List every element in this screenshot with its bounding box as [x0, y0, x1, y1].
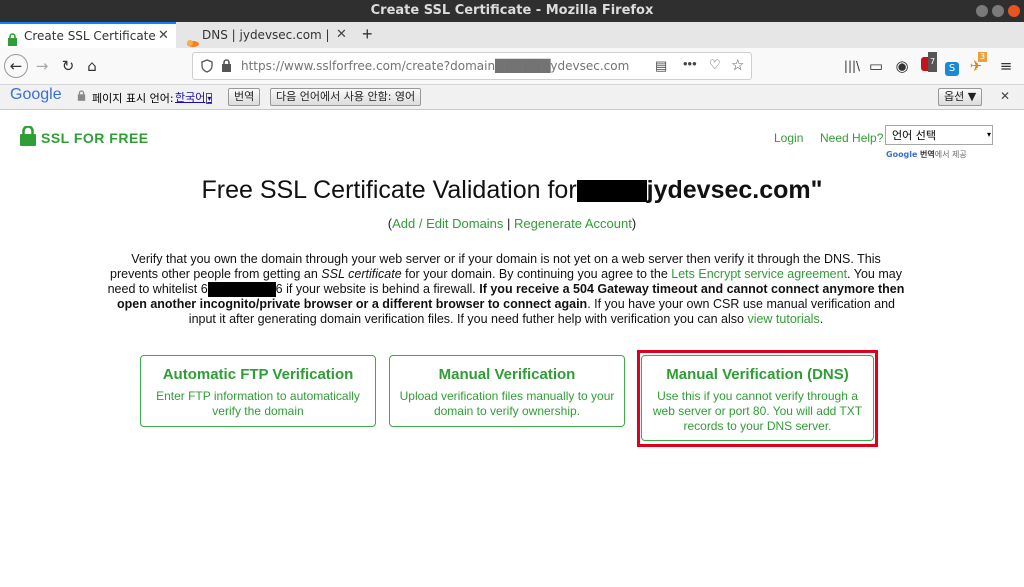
pocket-icon[interactable]: ♡: [709, 57, 721, 73]
skype-icon[interactable]: S: [942, 56, 962, 76]
separator: |: [503, 216, 515, 231]
language-select[interactable]: 언어 선택 ▾: [885, 125, 993, 145]
card-manual-verification[interactable]: Manual Verification Upload verification …: [389, 355, 625, 427]
language-select-value: 언어 선택: [892, 129, 936, 142]
site-logo[interactable]: SSL FOR FREE: [41, 130, 149, 146]
close-tab-icon[interactable]: ✕: [158, 24, 169, 48]
card-description: Enter FTP information to automatically v…: [156, 389, 360, 418]
google-logo: Google: [10, 86, 62, 103]
window-titlebar: Create SSL Certificate - Mozilla Firefox: [0, 0, 1024, 22]
url-bar[interactable]: https://www.sslforfree.com/create?domain…: [192, 52, 752, 80]
tab-label: DNS | jydevsec.com | Acc: [202, 28, 330, 42]
language-dropdown[interactable]: 한국어 ▾: [175, 89, 213, 105]
lock-icon: [221, 59, 232, 77]
select-arrow-icon: ▾: [986, 130, 991, 139]
menu-icon[interactable]: ≡: [996, 56, 1016, 76]
powered-by-google[interactable]: Google 번역에서 제공: [886, 149, 967, 160]
new-tab-button[interactable]: +: [362, 24, 373, 45]
para-text: for your domain. By continuing you agree…: [401, 267, 672, 281]
paren: ): [631, 216, 637, 231]
url-text: https://www.sslforfree.com/create?domain…: [241, 59, 630, 73]
translate-label: 페이지 표시 언어:: [92, 92, 174, 105]
powered-suffix: 에서 제공: [934, 150, 967, 159]
powered-text: 번역: [920, 150, 935, 159]
dropdown-arrow-icon: ▾: [206, 93, 213, 104]
page-actions-icon[interactable]: •••: [683, 56, 697, 71]
instructions-paragraph: Verify that you own the domain through y…: [106, 252, 906, 327]
back-button[interactable]: ←: [4, 54, 28, 78]
account-icon[interactable]: ◉: [892, 56, 912, 76]
reader-view-icon[interactable]: ▤: [655, 58, 667, 74]
bookmark-star-icon[interactable]: ☆: [731, 56, 744, 74]
library-icon[interactable]: |||\: [842, 56, 862, 76]
extension-icon[interactable]: ✈ 3: [966, 52, 988, 76]
para-text: .: [819, 312, 824, 327]
lock-icon: [7, 30, 18, 48]
login-link[interactable]: Login: [774, 131, 803, 145]
view-tutorials-link[interactable]: view tutorials: [747, 312, 819, 326]
page-title: Free SSL Certificate Validation for jydev…: [0, 176, 1024, 205]
close-tab-icon[interactable]: ✕: [336, 22, 347, 48]
maximize-button[interactable]: [992, 5, 1004, 17]
window-title: Create SSL Certificate - Mozilla Firefox: [370, 3, 654, 18]
options-button[interactable]: 옵션 ▼: [938, 88, 983, 106]
navigation-toolbar: ← → ↻ ⌂ https://www.sslforfree.com/creat…: [0, 48, 1024, 85]
sidebar-icon[interactable]: ▭: [866, 56, 886, 76]
never-translate-button[interactable]: 다음 언어에서 사용 안함: 영어: [270, 88, 422, 106]
powered-google: Google: [886, 150, 918, 159]
redacted-block: [576, 180, 647, 203]
home-button[interactable]: ⌂: [82, 56, 102, 76]
card-automatic-ftp[interactable]: Automatic FTP Verification Enter FTP inf…: [140, 355, 376, 427]
ublock-icon[interactable]: 7: [918, 52, 938, 76]
ublock-badge: 7: [928, 52, 938, 72]
lets-encrypt-link[interactable]: Lets Encrypt service agreement: [671, 267, 847, 281]
tab-strip: Create SSL Certificate ✕ DNS | jydevsec.…: [0, 22, 1024, 49]
domain-actions: (Add / Edit Domains | Regenerate Account…: [0, 216, 1024, 231]
tab-label: Create SSL Certificate: [24, 29, 156, 43]
add-edit-domains-link[interactable]: Add / Edit Domains: [392, 216, 503, 231]
tab-create-ssl[interactable]: Create SSL Certificate ✕: [0, 22, 176, 48]
need-help-link[interactable]: Need Help?: [820, 131, 883, 145]
reload-button[interactable]: ↻: [58, 56, 78, 76]
title-domain: jydevsec.com": [646, 176, 823, 204]
regenerate-account-link[interactable]: Regenerate Account: [514, 216, 632, 231]
para-text: 6 if your website is behind a firewall.: [275, 282, 480, 296]
tab-dns[interactable]: DNS | jydevsec.com | Acc ✕: [178, 22, 358, 48]
cloud-icon: [185, 30, 199, 48]
highlight-box: [637, 350, 878, 447]
logo-lock-icon: [20, 125, 36, 151]
card-description: Upload verification files manually to yo…: [399, 389, 615, 418]
shield-icon: [201, 59, 213, 78]
translate-button[interactable]: 번역: [228, 88, 261, 106]
para-ssl: SSL certificate: [321, 267, 402, 281]
language-value: 한국어: [175, 91, 206, 104]
title-prefix: Free SSL Certificate Validation for: [201, 176, 577, 204]
close-translate-icon[interactable]: ✕: [1000, 89, 1010, 103]
extension-badge: 3: [978, 52, 988, 62]
translate-bar: Google 페이지 표시 언어: 한국어 ▾ 번역 다음 언어에서 사용 안함:…: [0, 85, 1024, 110]
card-title: Automatic FTP Verification: [162, 366, 354, 383]
redacted-block: [207, 282, 276, 298]
forward-button[interactable]: →: [32, 56, 52, 76]
close-window-button[interactable]: [1008, 5, 1020, 17]
card-title: Manual Verification: [438, 366, 576, 383]
lock-icon: [77, 90, 86, 104]
minimize-button[interactable]: [976, 5, 988, 17]
